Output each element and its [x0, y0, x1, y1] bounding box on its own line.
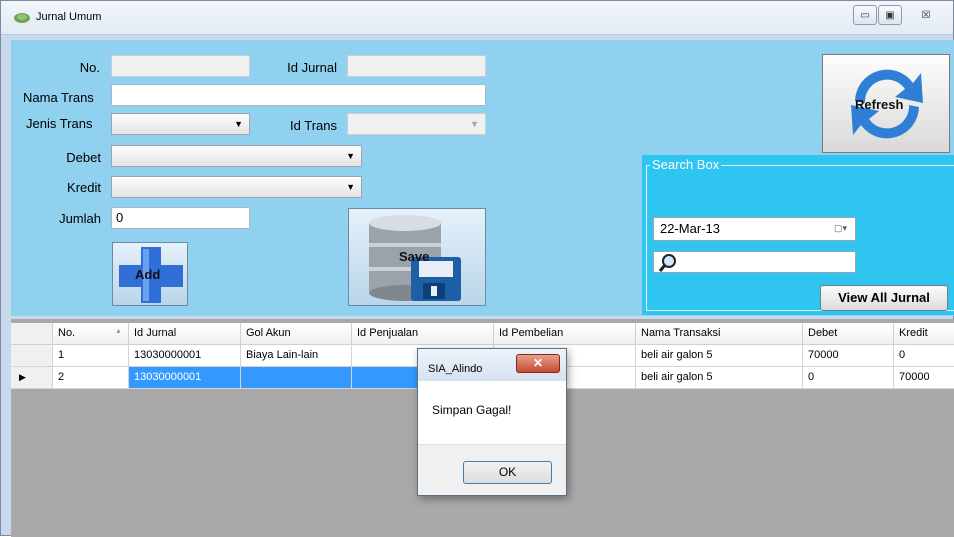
column-header[interactable]: Gol Akun — [241, 323, 352, 345]
no-field[interactable] — [111, 55, 250, 77]
minimize-button[interactable]: ▭ — [853, 5, 877, 25]
jenis-trans-dropdown[interactable]: ▼ — [111, 113, 250, 135]
chevron-down-icon: ▼ — [346, 182, 355, 192]
title-bar[interactable]: Jurnal Umum ▭ ▣ ☒ — [1, 1, 953, 35]
table-cell[interactable]: beli air galon 5 — [636, 367, 803, 389]
jumlah-field[interactable]: 0 — [111, 207, 250, 229]
column-header[interactable]: No. ▲ — [53, 323, 129, 345]
row-header[interactable] — [11, 345, 53, 367]
dialog-close-button[interactable]: ✕ — [516, 354, 560, 373]
grid-header-row: No. ▲ Id Jurnal Gol Akun Id Penjualan Id… — [11, 323, 954, 345]
refresh-button[interactable]: Refresh — [822, 54, 950, 153]
minimize-icon: ▭ — [860, 9, 870, 21]
dialog-message: Simpan Gagal! — [432, 403, 512, 417]
column-header[interactable]: Nama Transaksi — [636, 323, 803, 345]
kredit-dropdown[interactable]: ▼ — [111, 176, 362, 198]
chevron-down-icon: ▼ — [234, 119, 243, 129]
add-button[interactable]: Add — [112, 242, 188, 306]
search-input[interactable] — [653, 251, 856, 273]
window-title: Jurnal Umum — [36, 11, 102, 23]
no-label: No. — [79, 60, 100, 75]
message-dialog: SIA_Alindo ✕ Simpan Gagal! OK — [417, 348, 567, 496]
table-cell-selected[interactable]: 13030000001 — [129, 367, 241, 389]
view-all-jurnal-button[interactable]: View All Jurnal — [820, 285, 948, 311]
app-leaf-icon — [14, 13, 30, 23]
table-cell[interactable]: 2 — [53, 367, 129, 389]
table-cell[interactable]: 13030000001 — [129, 345, 241, 367]
column-header[interactable]: Debet — [803, 323, 894, 345]
close-button[interactable]: ☒ — [904, 5, 948, 25]
table-cell[interactable]: 1 — [53, 345, 129, 367]
date-value: 22-Mar-13 — [660, 221, 720, 236]
search-box-legend: Search Box — [650, 157, 722, 172]
debet-label: Debet — [66, 150, 101, 165]
maximize-icon: ▣ — [885, 9, 895, 21]
current-row-indicator-icon: ▶ — [19, 372, 26, 382]
close-icon: ✕ — [532, 356, 544, 370]
table-cell[interactable]: 0 — [894, 345, 954, 367]
id-jurnal-label: Id Jurnal — [287, 60, 337, 75]
id-trans-dropdown[interactable]: ▼ — [347, 113, 486, 135]
kredit-label: Kredit — [67, 180, 101, 195]
column-header[interactable]: Id Penjualan — [352, 323, 494, 345]
refresh-button-label: Refresh — [855, 97, 904, 112]
save-button-label: Save — [399, 249, 430, 264]
ok-button[interactable]: OK — [463, 461, 552, 484]
dialog-title: SIA_Alindo — [428, 363, 483, 375]
chevron-down-icon: ▼ — [346, 151, 355, 161]
nama-trans-field[interactable] — [111, 84, 486, 106]
chevron-down-icon: ▼ — [470, 119, 479, 129]
id-jurnal-field[interactable] — [347, 55, 486, 77]
dialog-footer: OK — [418, 444, 566, 495]
column-header[interactable]: Id Jurnal — [129, 323, 241, 345]
table-cell-selected[interactable] — [241, 367, 352, 389]
table-cell[interactable]: 0 — [803, 367, 894, 389]
sort-ascending-icon: ▲ — [115, 328, 122, 335]
row-header-corner — [11, 323, 53, 345]
jenis-trans-label: Jenis Trans — [26, 116, 93, 131]
table-cell[interactable]: beli air galon 5 — [636, 345, 803, 367]
dialog-title-bar[interactable]: SIA_Alindo ✕ — [418, 349, 566, 381]
jumlah-label: Jumlah — [59, 211, 101, 226]
column-header[interactable]: Id Pembelian — [494, 323, 636, 345]
add-button-label: Add — [135, 267, 161, 282]
nama-trans-label: Nama Trans — [23, 90, 94, 105]
row-header[interactable]: ▶ — [11, 367, 53, 389]
jurnal-umum-window: Jurnal Umum ▭ ▣ ☒ No. Id Jurnal Nama Tra… — [0, 0, 954, 537]
close-icon: ☒ — [921, 9, 931, 21]
save-button[interactable]: Save — [348, 208, 486, 306]
table-cell[interactable]: 70000 — [894, 367, 954, 389]
calendar-dropdown-icon: ▢▾ — [833, 223, 847, 233]
column-header[interactable]: Kredit — [894, 323, 954, 345]
table-cell[interactable]: Biaya Lain-lain — [241, 345, 352, 367]
date-picker[interactable]: 22-Mar-13 ▢▾ — [653, 217, 856, 241]
debet-dropdown[interactable]: ▼ — [111, 145, 362, 167]
maximize-button[interactable]: ▣ — [878, 5, 902, 25]
search-icon — [658, 254, 676, 272]
id-trans-label: Id Trans — [290, 118, 337, 133]
table-cell[interactable]: 70000 — [803, 345, 894, 367]
